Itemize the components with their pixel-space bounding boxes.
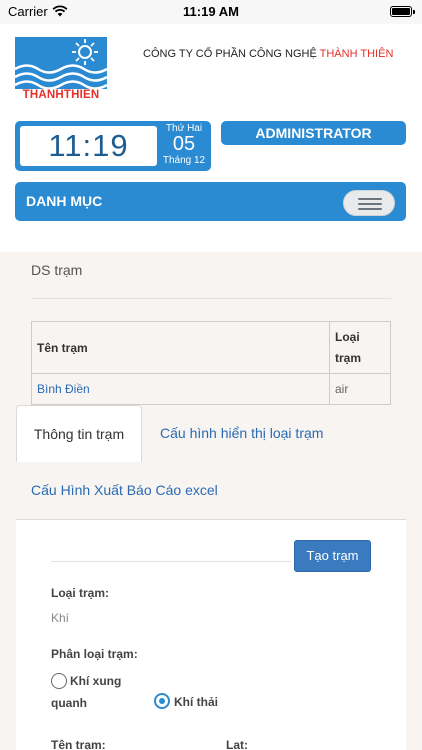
radio-ambient-air-label-line1: Khí xung: [70, 674, 122, 688]
radio-emission[interactable]: [154, 693, 170, 709]
lat-label: Lat:: [226, 738, 248, 750]
station-list-title: DS trạm: [31, 262, 83, 278]
column-header-type: Loại trạm: [329, 321, 391, 374]
tab-excel-config[interactable]: Cấu Hình Xuất Báo Cáo excel: [31, 482, 218, 498]
column-header-name: Tên trạm: [31, 321, 330, 374]
company-name-prefix: CÔNG TY CỔ PHẦN CÔNG NGHỆ: [143, 48, 320, 60]
status-bar: Carrier 11:19 AM: [0, 0, 422, 24]
company-name: CÔNG TY CỔ PHẦN CÔNG NGHỆ THÀNH THIÊN: [143, 48, 393, 60]
form-divider: [51, 561, 291, 562]
sun-wave-icon: [15, 39, 107, 89]
company-logo[interactable]: THANHTHIEN: [15, 37, 107, 103]
tab-display-config[interactable]: Cấu hình hiển thị loại trạm: [160, 405, 323, 462]
clock-widget: 11:19 Thứ Hai 05 Tháng 12: [15, 121, 211, 171]
station-type-label: Loại trạm:: [51, 586, 110, 600]
hamburger-icon: [358, 198, 382, 200]
tab-station-info[interactable]: Thông tin trạm: [16, 405, 142, 462]
menu-bar: DANH MỤC: [15, 182, 406, 221]
station-table: Tên trạm Loại trạm Bình Điền air: [31, 321, 391, 405]
station-name-link[interactable]: Bình Điền: [31, 373, 330, 405]
menu-toggle-button[interactable]: [343, 190, 395, 216]
table-row[interactable]: Bình Điền air: [31, 373, 391, 405]
table-header-row: Tên trạm Loại trạm: [31, 321, 391, 374]
radio-ambient-air-label-line2: quanh: [51, 696, 87, 710]
logo-text: THANHTHIEN: [22, 89, 100, 101]
clock-month: Tháng 12: [162, 155, 206, 166]
create-station-button[interactable]: Tạo trạm: [294, 540, 371, 572]
status-time: 11:19 AM: [183, 4, 239, 19]
company-name-highlight: THÀNH THIÊN: [319, 48, 394, 60]
app-header: THANHTHIEN CÔNG TY CỔ PHẦN CÔNG NGHỆ THÀ…: [0, 24, 422, 252]
radio-emission-label: Khí thải: [174, 695, 218, 709]
battery-icon: [390, 6, 415, 17]
user-role-button[interactable]: ADMINISTRATOR: [221, 121, 406, 145]
clock-time: 11:19: [20, 126, 157, 166]
classification-label: Phân loại trạm:: [51, 647, 138, 661]
station-form-panel: Tạo trạm Loại trạm: Khí Phân loại trạm: …: [16, 519, 406, 750]
station-type-cell: air: [329, 373, 391, 405]
divider: [31, 298, 391, 299]
radio-ambient-air[interactable]: [51, 673, 67, 689]
tab-bar: Thông tin trạm Cấu hình hiển thị loại tr…: [16, 405, 406, 462]
main-content: DS trạm Tên trạm Loại trạm Bình Điền air…: [0, 252, 422, 750]
station-name-label: Tên trạm:: [51, 738, 106, 750]
station-type-value: Khí: [51, 611, 70, 625]
clock-day: 05: [172, 133, 196, 155]
menu-label: DANH MỤC: [26, 193, 103, 209]
